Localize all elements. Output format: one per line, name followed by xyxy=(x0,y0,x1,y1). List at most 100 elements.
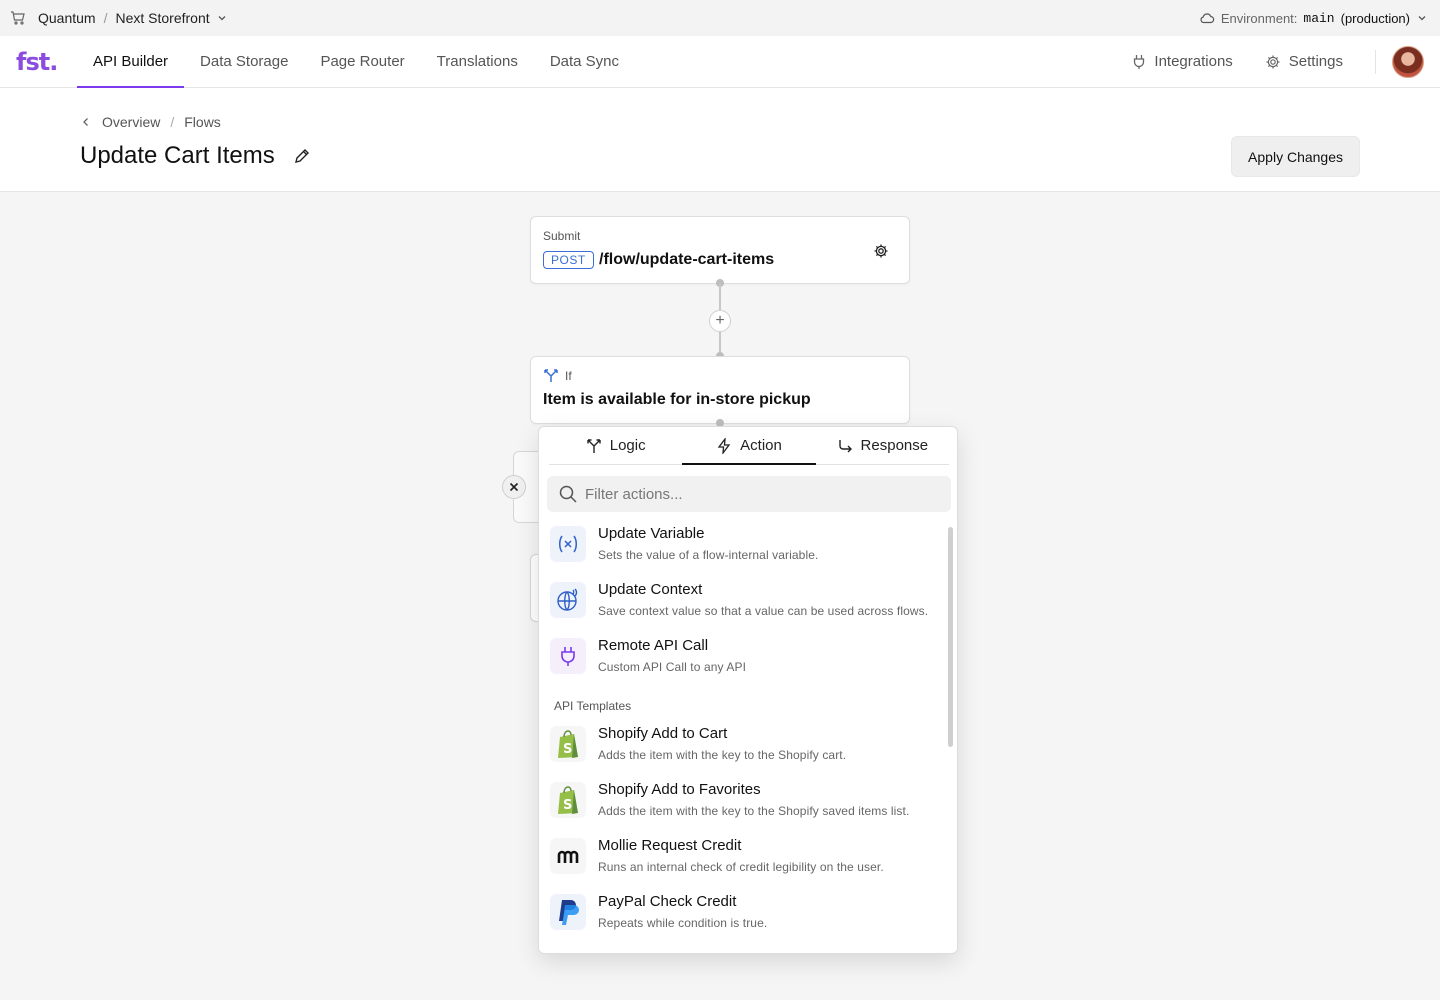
chevron-down-icon xyxy=(216,12,228,24)
if-caption: If xyxy=(543,369,572,383)
settings-label: Settings xyxy=(1288,53,1343,70)
chevron-down-icon xyxy=(1416,12,1428,24)
main-nav: fst. API Builder Data Storage Page Route… xyxy=(0,36,1440,88)
item-description: Runs an internal check of credit legibil… xyxy=(598,860,884,874)
svg-text:S: S xyxy=(563,742,572,757)
filter-bar xyxy=(547,476,951,512)
item-title: Update Variable xyxy=(598,525,705,542)
environment-label: Environment: xyxy=(1220,10,1298,26)
plug-icon xyxy=(1132,54,1146,70)
breadcrumb: Overview / Flows xyxy=(80,114,221,130)
environment-suffix: (production) xyxy=(1340,10,1410,26)
breadcrumb-separator: / xyxy=(170,114,175,130)
tab-api-builder[interactable]: API Builder xyxy=(77,36,185,88)
environment-switcher[interactable]: Environment: main (production) xyxy=(1199,10,1428,26)
tab-translations[interactable]: Translations xyxy=(421,36,534,87)
list-item[interactable]: Update Variable Sets the value of a flow… xyxy=(550,525,940,575)
list-item[interactable]: S Shopify Add to Cart Adds the item with… xyxy=(550,725,940,775)
logo[interactable]: fst. xyxy=(0,36,77,87)
environment-value: main xyxy=(1303,10,1335,26)
tab-data-storage[interactable]: Data Storage xyxy=(184,36,304,87)
breadcrumb-overview[interactable]: Overview xyxy=(102,114,160,130)
workspace-name: Quantum xyxy=(38,10,96,26)
route-path: /flow/update-cart-items xyxy=(599,251,775,268)
tab-logic[interactable]: Logic xyxy=(549,427,682,464)
integrations-label: Integrations xyxy=(1154,53,1233,70)
chevron-left-icon[interactable] xyxy=(80,116,92,128)
item-title: PayPal Check Credit xyxy=(598,893,737,910)
globe-icon xyxy=(550,582,586,618)
page-header: Overview / Flows Update Cart Items Apply… xyxy=(0,88,1440,192)
avatar[interactable] xyxy=(1392,45,1424,78)
flow-canvas[interactable]: Submit POST /flow/update-cart-items + If… xyxy=(0,192,1440,1000)
filter-input[interactable] xyxy=(585,485,945,503)
list-item[interactable]: Update Context Save context value so tha… xyxy=(550,581,940,631)
item-description: Sets the value of a flow-internal variab… xyxy=(598,548,819,562)
pencil-icon[interactable] xyxy=(293,147,311,165)
project-switcher[interactable]: Quantum / Next Storefront xyxy=(10,10,228,26)
add-step-popover: Logic Action Response Filter actions... … xyxy=(538,426,958,954)
cloud-icon xyxy=(1199,10,1215,26)
item-title: Update Context xyxy=(598,581,703,598)
action-list: Update Variable Sets the value of a flow… xyxy=(539,525,945,953)
variable-icon xyxy=(550,526,586,562)
page-title-row: Update Cart Items xyxy=(80,142,311,170)
list-item[interactable]: Mollie Request Credit Runs an internal c… xyxy=(550,837,940,887)
plug-icon xyxy=(550,638,586,674)
list-item[interactable]: S Shopify Add to Favorites Adds the item… xyxy=(550,781,940,831)
item-description: Adds the item with the key to the Shopif… xyxy=(598,804,910,818)
tab-response[interactable]: Response xyxy=(816,427,949,464)
item-title: Mollie Request Credit xyxy=(598,837,742,854)
nav-divider xyxy=(1375,49,1376,74)
search-icon xyxy=(559,485,577,503)
scrollbar[interactable] xyxy=(948,527,953,747)
branch-icon xyxy=(586,438,602,454)
list-item[interactable]: PayPal Check Credit Repeats while condit… xyxy=(550,893,940,943)
gear-icon xyxy=(1265,54,1281,70)
tab-page-router[interactable]: Page Router xyxy=(304,36,420,87)
tab-logic-label: Logic xyxy=(609,437,646,454)
shopify-icon: S xyxy=(550,782,586,818)
popover-tabs: Logic Action Response xyxy=(549,427,949,465)
submit-node[interactable]: Submit POST /flow/update-cart-items xyxy=(530,216,910,284)
corner-arrow-icon xyxy=(837,438,853,454)
close-popover-button[interactable] xyxy=(502,475,526,499)
page-title: Update Cart Items xyxy=(80,142,275,169)
add-step-button[interactable]: + xyxy=(709,310,731,332)
submit-caption: Submit xyxy=(543,229,581,243)
shopify-icon: S xyxy=(550,726,586,762)
if-node[interactable]: If Item is available for in-store pickup xyxy=(530,356,910,424)
item-title: Shopify Add to Favorites xyxy=(598,781,761,798)
top-bar: Quantum / Next Storefront Environment: m… xyxy=(0,0,1440,36)
cart-icon xyxy=(10,10,26,26)
gear-icon[interactable] xyxy=(873,243,889,259)
path-separator: / xyxy=(103,10,108,26)
item-title: Shopify Add to Cart xyxy=(598,725,728,742)
item-title: Remote API Call xyxy=(598,637,709,654)
logo-text: fst xyxy=(16,47,50,76)
list-item[interactable]: Remote API Call Custom API Call to any A… xyxy=(550,637,940,687)
settings-link[interactable]: Settings xyxy=(1265,53,1343,70)
if-condition: Item is available for in-store pickup xyxy=(543,391,811,408)
connector-line xyxy=(719,284,721,310)
tab-data-sync[interactable]: Data Sync xyxy=(534,36,635,87)
tab-response-label: Response xyxy=(860,437,929,454)
section-label: API Templates xyxy=(554,699,632,713)
integrations-link[interactable]: Integrations xyxy=(1132,53,1233,70)
item-description: Save context value so that a value can b… xyxy=(598,604,929,618)
nav-tabs: API Builder Data Storage Page Router Tra… xyxy=(77,36,635,88)
tab-action-label: Action xyxy=(740,437,782,454)
branch-icon xyxy=(543,369,559,383)
close-icon xyxy=(509,482,519,492)
item-description: Repeats while condition is true. xyxy=(598,916,768,930)
svg-text:S: S xyxy=(563,798,572,813)
lightning-icon xyxy=(716,437,732,454)
mollie-icon xyxy=(550,838,586,874)
method-badge: POST xyxy=(543,251,594,269)
item-description: Adds the item with the key to the Shopif… xyxy=(598,748,847,762)
tab-action[interactable]: Action xyxy=(682,427,816,465)
breadcrumb-flows[interactable]: Flows xyxy=(184,114,221,130)
apply-changes-button[interactable]: Apply Changes xyxy=(1231,136,1360,177)
paypal-icon xyxy=(550,894,586,930)
if-label: If xyxy=(565,369,572,383)
